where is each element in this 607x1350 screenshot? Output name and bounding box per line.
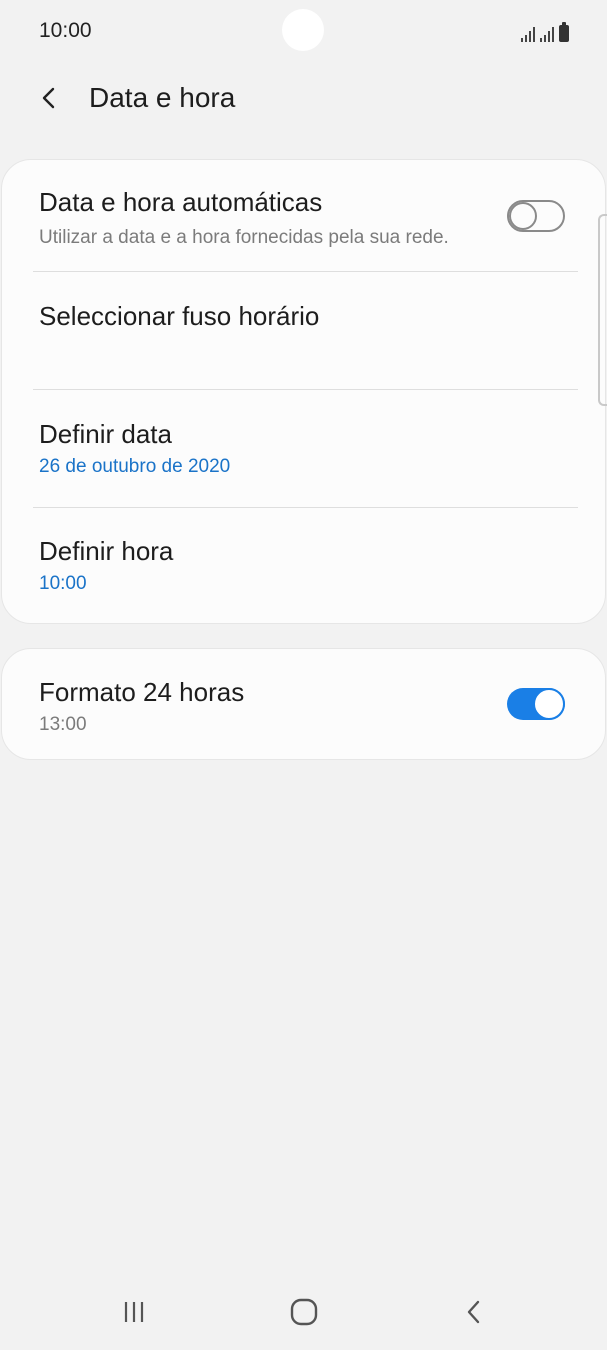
chevron-left-icon — [42, 87, 55, 109]
back-button[interactable] — [28, 76, 72, 120]
auto-datetime-row[interactable]: Data e hora automáticas Utilizar a data … — [2, 160, 607, 271]
battery-icon — [559, 22, 569, 42]
auto-datetime-subtitle: Utilizar a data e a hora fornecidas pela… — [39, 227, 449, 248]
navigation-bar — [0, 1270, 607, 1350]
page-title: Data e hora — [89, 82, 236, 113]
app-header: Data e hora — [0, 64, 607, 134]
toggle-knob — [533, 688, 565, 720]
timezone-row[interactable]: Seleccionar fuso horário — [2, 272, 607, 389]
format-24h-row[interactable]: Formato 24 horas 13:00 — [2, 649, 607, 761]
set-time-value: 10:00 — [39, 573, 87, 594]
nav-back-button[interactable] — [444, 1284, 504, 1340]
toggle-knob — [509, 202, 537, 230]
format-24h-title: Formato 24 horas — [39, 677, 245, 707]
scroll-indicator[interactable] — [598, 214, 607, 406]
auto-datetime-toggle[interactable] — [507, 200, 565, 232]
status-icons — [521, 20, 569, 42]
back-icon — [467, 1300, 480, 1324]
set-time-title: Definir hora — [39, 536, 174, 566]
set-date-title: Definir data — [39, 419, 172, 449]
signal-icon — [521, 26, 535, 42]
status-bar: 10:00 — [0, 0, 607, 64]
signal-icon-2 — [540, 26, 554, 42]
timezone-title: Seleccionar fuso horário — [39, 301, 320, 331]
camera-cutout — [282, 9, 324, 51]
auto-datetime-title: Data e hora automáticas — [39, 187, 323, 217]
set-date-row[interactable]: Definir data 26 de outubro de 2020 — [2, 390, 607, 507]
settings-card-format: Formato 24 horas 13:00 — [1, 648, 606, 760]
status-time: 10:00 — [39, 19, 92, 42]
home-icon — [290, 1298, 318, 1326]
format-24h-toggle[interactable] — [507, 688, 565, 720]
set-time-row[interactable]: Definir hora 10:00 — [2, 508, 607, 625]
home-button[interactable] — [274, 1284, 334, 1340]
recents-button[interactable] — [104, 1284, 164, 1340]
set-date-value: 26 de outubro de 2020 — [39, 456, 231, 477]
settings-card-datetime: Data e hora automáticas Utilizar a data … — [1, 159, 606, 624]
recents-icon — [124, 1302, 144, 1322]
format-24h-subtitle: 13:00 — [39, 714, 87, 735]
